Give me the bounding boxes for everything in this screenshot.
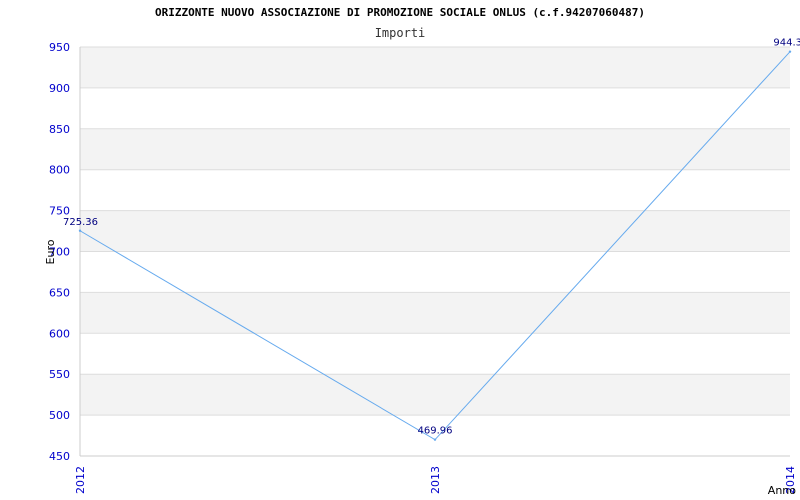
- y-tick-label: 550: [49, 368, 70, 381]
- data-point: [78, 229, 82, 232]
- plot-band: [80, 292, 790, 334]
- data-label: 469.96: [418, 426, 453, 437]
- y-tick-label: 750: [49, 205, 70, 218]
- y-tick-label: 650: [49, 286, 70, 299]
- plot-band: [80, 210, 790, 252]
- y-tick-label: 450: [49, 450, 70, 463]
- x-tick-label: 2012: [74, 466, 87, 494]
- data-label: 944.3: [773, 38, 800, 49]
- y-tick-label: 800: [49, 164, 70, 177]
- plot-band: [80, 374, 790, 416]
- x-tick-label: 2013: [429, 466, 442, 494]
- plot-band: [80, 47, 790, 88]
- plot-band: [80, 333, 790, 375]
- plot-band: [80, 87, 790, 129]
- y-tick-label: 500: [49, 409, 70, 422]
- data-point: [788, 50, 792, 53]
- line-chart: 450500550600650700750800850900950 2012 20…: [44, 38, 800, 497]
- y-axis-label: Euro: [44, 239, 57, 264]
- data-label: 725.36: [63, 217, 98, 228]
- data-point: [433, 438, 437, 441]
- y-tick-label: 600: [49, 327, 70, 340]
- y-tick-label: 950: [49, 41, 70, 54]
- y-tick-label: 850: [49, 123, 70, 136]
- x-axis-label: Anno: [768, 484, 796, 497]
- x-tick-labels: 2012 2013 2014: [74, 466, 797, 494]
- y-tick-label: 900: [49, 82, 70, 95]
- plot-band: [80, 251, 790, 293]
- plot-band: [80, 128, 790, 170]
- plot-band: [80, 169, 790, 211]
